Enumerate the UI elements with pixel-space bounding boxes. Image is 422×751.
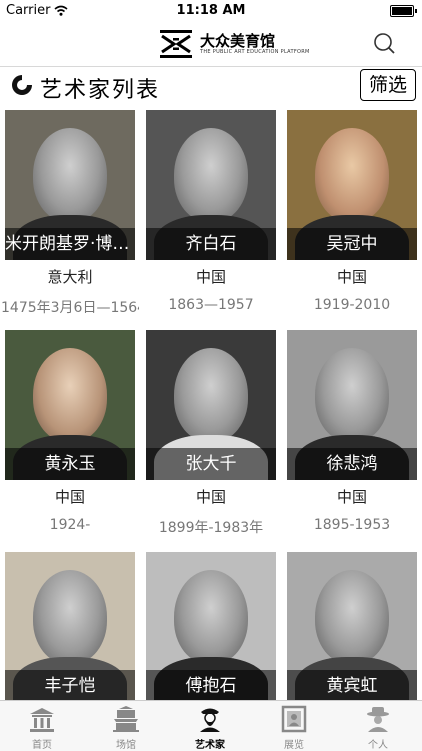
nav-bar: 大众美育馆 THE PUBLIC ART EDUCATION PLATFORM <box>0 22 422 67</box>
battery-icon <box>390 5 417 17</box>
artist-country: 中国 <box>336 488 367 506</box>
tab-exhibitions[interactable]: 展览 <box>252 701 336 751</box>
logo-title: 大众美育馆 <box>200 32 276 50</box>
filter-button[interactable]: 筛选 <box>360 69 416 101</box>
artist-name: 黄宾虹 <box>287 670 417 700</box>
artist-years: 1899年-1983年 <box>158 520 264 536</box>
artist-years: 1475年3月6日—1564年2月18日 <box>1 300 139 316</box>
page-header: 艺术家列表 筛选 <box>0 67 422 105</box>
page-title: 艺术家列表 <box>40 78 161 103</box>
artist-years: 1895-1953 <box>313 517 391 533</box>
search-icon[interactable] <box>372 32 396 56</box>
app-logo: 大众美育馆 THE PUBLIC ART EDUCATION PLATFORM <box>158 28 310 60</box>
artist-country: 中国 <box>336 268 367 286</box>
person-hat-icon <box>367 707 389 732</box>
status-time: 11:18 AM <box>176 3 246 18</box>
logo-mark-icon <box>160 30 192 58</box>
artist-name: 张大千 <box>146 448 276 480</box>
swirl-logo-icon <box>12 75 32 95</box>
tab-venues[interactable]: 场馆 <box>84 701 168 751</box>
artist-years: 1924- <box>49 517 91 533</box>
artist-name: 齐白石 <box>146 228 276 260</box>
artist-name: 徐悲鸿 <box>287 448 417 480</box>
tab-label: 艺术家 <box>195 740 225 751</box>
tab-bar: 首页 场馆 艺术家 展览 个人 <box>0 700 422 751</box>
tab-profile[interactable]: 个人 <box>336 701 420 751</box>
artist-name: 米开朗基罗·博纳罗蒂 <box>5 228 135 260</box>
artist-icon <box>200 708 220 732</box>
tab-label: 个人 <box>368 740 388 751</box>
logo-subtitle: THE PUBLIC ART EDUCATION PLATFORM <box>200 49 310 55</box>
artist-name: 傅抱石 <box>146 670 276 700</box>
tab-artists[interactable]: 艺术家 <box>168 701 252 751</box>
tab-label: 首页 <box>32 740 52 751</box>
museum-icon <box>113 706 139 732</box>
pavilion-icon <box>30 708 54 732</box>
artist-name: 丰子恺 <box>5 670 135 700</box>
artist-country: 中国 <box>195 488 226 506</box>
tab-label: 展览 <box>284 740 304 751</box>
artist-country: 意大利 <box>47 268 93 286</box>
artist-name: 吴冠中 <box>287 228 417 260</box>
artist-years: 1863—1957 <box>168 297 254 313</box>
artist-country: 中国 <box>195 268 226 286</box>
exhibition-frame-icon <box>281 705 307 733</box>
artist-grid: 米开朗基罗·博纳罗蒂 意大利 1475年3月6日—1564年2月18日 齐白石 … <box>0 108 422 700</box>
artist-country: 中国 <box>54 488 85 506</box>
tab-home[interactable]: 首页 <box>0 701 84 751</box>
artist-years: 1919-2010 <box>313 297 391 313</box>
status-bar: Carrier 11:18 AM <box>0 0 422 22</box>
tab-label: 场馆 <box>116 740 136 751</box>
artist-name: 黄永玉 <box>5 448 135 480</box>
